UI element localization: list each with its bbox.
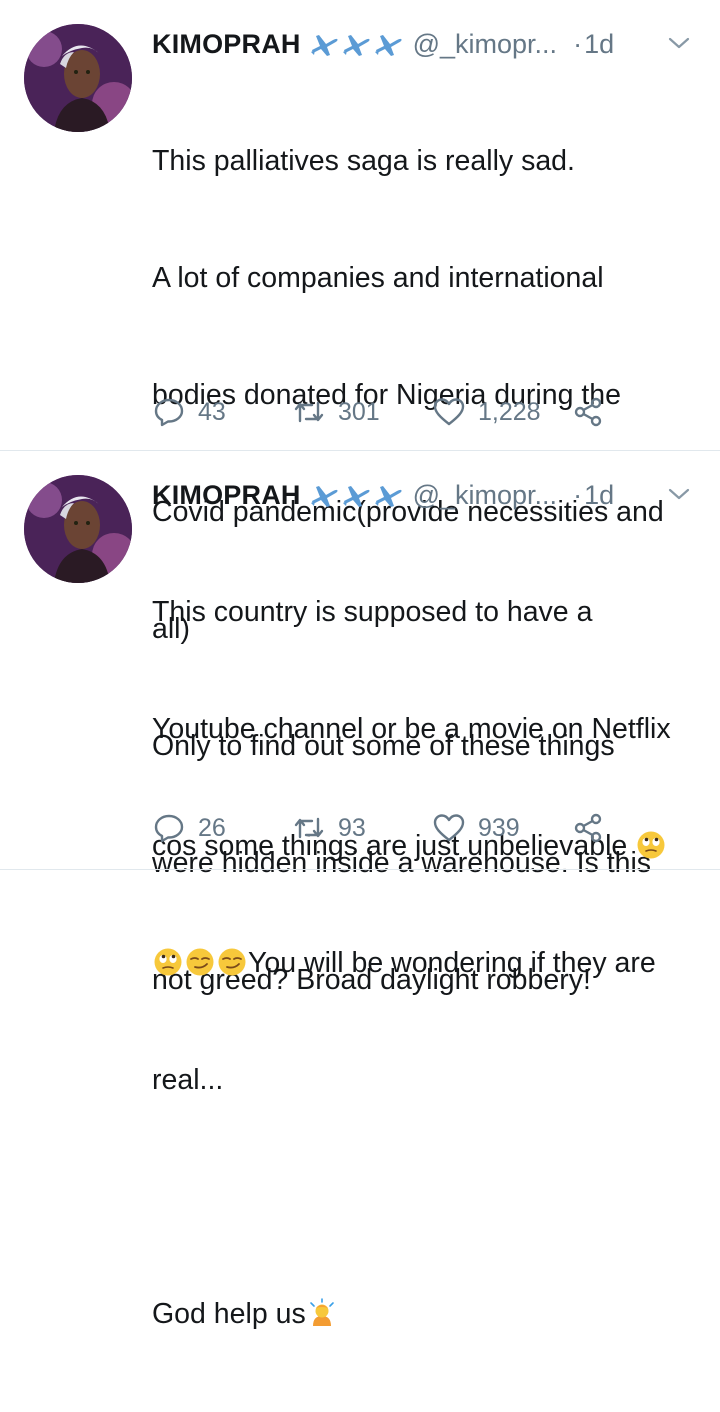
tweet-actions: 26 93 939 [152, 808, 606, 848]
tweet[interactable]: KIMOPRAH @_kimopr... · 1d This palliativ… [0, 0, 720, 996]
retweet-button[interactable]: 301 [292, 395, 432, 429]
retweet-button[interactable]: 93 [292, 811, 432, 845]
avatar[interactable] [24, 24, 132, 132]
reply-icon [154, 814, 184, 843]
like-count: 1,228 [478, 397, 541, 426]
like-count: 939 [478, 813, 520, 842]
reply-icon [154, 398, 184, 427]
reply-count: 43 [198, 397, 226, 426]
tweet-text-line: This palliatives saga is really sad. [152, 145, 575, 177]
heart-icon [433, 814, 465, 842]
chevron-down-icon[interactable] [666, 30, 692, 56]
timestamp[interactable]: 1d [584, 29, 614, 60]
retweet-icon [294, 817, 324, 839]
tweet[interactable]: KIMOPRAH @_kimopr... · 1d This country i… [0, 451, 720, 1330]
smirking-face-emoji [186, 948, 214, 976]
tweet-text-line: You will be wondering if they are [152, 944, 700, 983]
face-with-rolling-eyes-emoji [154, 948, 182, 976]
share-button[interactable] [572, 395, 606, 429]
smirking-face-emoji [218, 948, 246, 976]
timestamp[interactable]: 1d [584, 480, 614, 511]
tweet-text-line: God help us [152, 1295, 700, 1334]
handle[interactable]: @_kimopr... [413, 29, 557, 60]
name-decoration [309, 31, 403, 57]
airplane-icon [342, 486, 370, 507]
handle[interactable]: @_kimopr... [413, 480, 557, 511]
airplane-icon [342, 35, 370, 56]
retweet-icon [294, 401, 324, 423]
timeline: KIMOPRAH @_kimopr... · 1d This palliativ… [0, 0, 720, 1330]
person-bowing-emoji [309, 1298, 334, 1326]
display-name[interactable]: KIMOPRAH [152, 29, 301, 60]
retweet-count: 93 [338, 813, 366, 842]
share-icon [574, 397, 602, 427]
tweet-text-line: Youtube channel or be a movie on Netflix [152, 713, 671, 745]
airplane-icon [310, 35, 338, 56]
tweet-text-line [152, 1178, 700, 1217]
airplane-icon [310, 486, 338, 507]
airplane-icon [374, 35, 402, 56]
airplane-icon [374, 486, 402, 507]
tweet-header: KIMOPRAH @_kimopr... · 1d [152, 475, 700, 515]
reply-count: 26 [198, 813, 226, 842]
chevron-down-icon[interactable] [666, 481, 692, 507]
share-icon [574, 813, 602, 843]
tweet-text-line: A lot of companies and international [152, 262, 604, 294]
tweet-text-line: real... [152, 1064, 224, 1096]
name-decoration [309, 482, 403, 508]
retweet-count: 301 [338, 397, 380, 426]
separator-dot: · [573, 479, 583, 510]
reply-button[interactable]: 26 [152, 811, 292, 845]
display-name[interactable]: KIMOPRAH [152, 480, 301, 511]
tweet-actions: 43 301 1,228 [152, 392, 606, 432]
like-button[interactable]: 1,228 [432, 395, 572, 429]
heart-icon [433, 398, 465, 426]
tweet-text-line: This country is supposed to have a [152, 596, 593, 628]
separator-dot: · [573, 28, 583, 59]
share-button[interactable] [572, 811, 606, 845]
tweet-text: This country is supposed to have a Youtu… [152, 515, 700, 1412]
face-with-rolling-eyes-emoji [637, 831, 665, 859]
tweet-text-fragment: God help us [152, 1298, 306, 1330]
reply-button[interactable]: 43 [152, 395, 292, 429]
avatar[interactable] [24, 475, 132, 583]
tweet-text-fragment: You will be wondering if they are [248, 947, 656, 979]
tweet-header: KIMOPRAH @_kimopr... · 1d [152, 24, 700, 64]
like-button[interactable]: 939 [432, 811, 572, 845]
